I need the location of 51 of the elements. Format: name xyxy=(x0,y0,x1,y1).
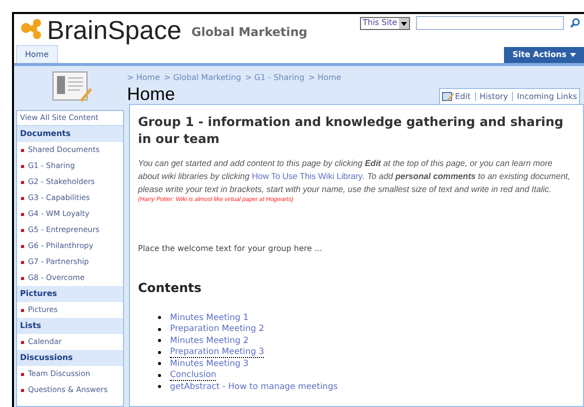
bullet-icon xyxy=(21,212,24,216)
contents-link[interactable]: Conclusion xyxy=(170,370,216,380)
contents-link[interactable]: Minutes Meeting 1 xyxy=(170,312,249,322)
bullet-icon xyxy=(21,180,24,184)
wiki-help-link[interactable]: How To Use This Wiki Library xyxy=(252,171,363,181)
bullet-icon xyxy=(21,308,24,312)
logo-icon xyxy=(20,18,44,42)
bullet-icon xyxy=(158,328,161,330)
bullet-icon xyxy=(21,260,24,264)
contents-heading: Contents xyxy=(138,279,202,297)
subsite-name: Global Marketing xyxy=(191,24,308,41)
site-actions-button[interactable]: Site Actions xyxy=(504,47,584,63)
bullet-icon xyxy=(158,385,161,388)
welcome-text: Place the welcome text for your group here ... xyxy=(138,243,324,255)
toolbar-link[interactable]: Edit xyxy=(455,90,471,102)
edit-icon xyxy=(442,91,454,102)
section-header: Pictures xyxy=(17,286,123,302)
contents-link[interactable]: Minutes Meeting 2 xyxy=(170,336,249,346)
page-title: Home xyxy=(127,84,176,104)
scope-dropdown[interactable]: This Site xyxy=(360,16,410,30)
bullet-icon xyxy=(158,374,161,376)
contents-link[interactable]: Preparation Meeting 2 xyxy=(170,324,264,334)
contents-link[interactable]: Preparation Meeting 3 xyxy=(170,346,264,358)
section-header: Documents xyxy=(17,126,123,142)
bullet-icon xyxy=(21,388,24,392)
intro-paragraph: You can get started and add content to this page by clicking Edit at the top of this page, or you can learn more about wiki libraries by clicking How To Use This Wiki Library. To add personal comments to an existing document, please write your text in brackets, start with your name, use the smallest size of text and write in red and Italic. xyxy=(138,157,572,196)
bullet-icon xyxy=(21,228,24,232)
search-icon[interactable] xyxy=(570,18,580,28)
wiki-page-icon xyxy=(50,70,92,104)
contents-link[interactable]: Minutes Meeting 3 xyxy=(170,358,249,368)
section-header: Lists xyxy=(17,318,123,334)
caret-icon xyxy=(570,53,576,57)
bullet-icon xyxy=(158,316,161,319)
page-heading: Group 1 - information and knowledge gathering and sharing in our team xyxy=(138,113,564,147)
search-field[interactable] xyxy=(416,16,564,30)
toolbar-link[interactable]: Incoming Links xyxy=(517,90,577,102)
bullet-icon xyxy=(158,350,161,354)
nav-tab[interactable]: Home xyxy=(16,45,58,63)
section-header: Discussions xyxy=(17,350,123,366)
toolbar-link[interactable]: History xyxy=(480,90,508,102)
bullet-icon xyxy=(21,244,24,248)
bullet-icon xyxy=(21,164,24,168)
bullet-icon xyxy=(21,372,24,376)
bullet-icon xyxy=(158,339,161,342)
bullet-icon xyxy=(21,340,24,344)
bullet-icon xyxy=(21,148,24,152)
bullet-icon xyxy=(21,276,24,280)
bullet-icon xyxy=(21,196,24,200)
bullet-icon xyxy=(158,362,161,365)
contents-link[interactable]: getAbstract - How to manage meetings xyxy=(170,382,338,392)
site-name: BrainSpace xyxy=(47,17,182,43)
